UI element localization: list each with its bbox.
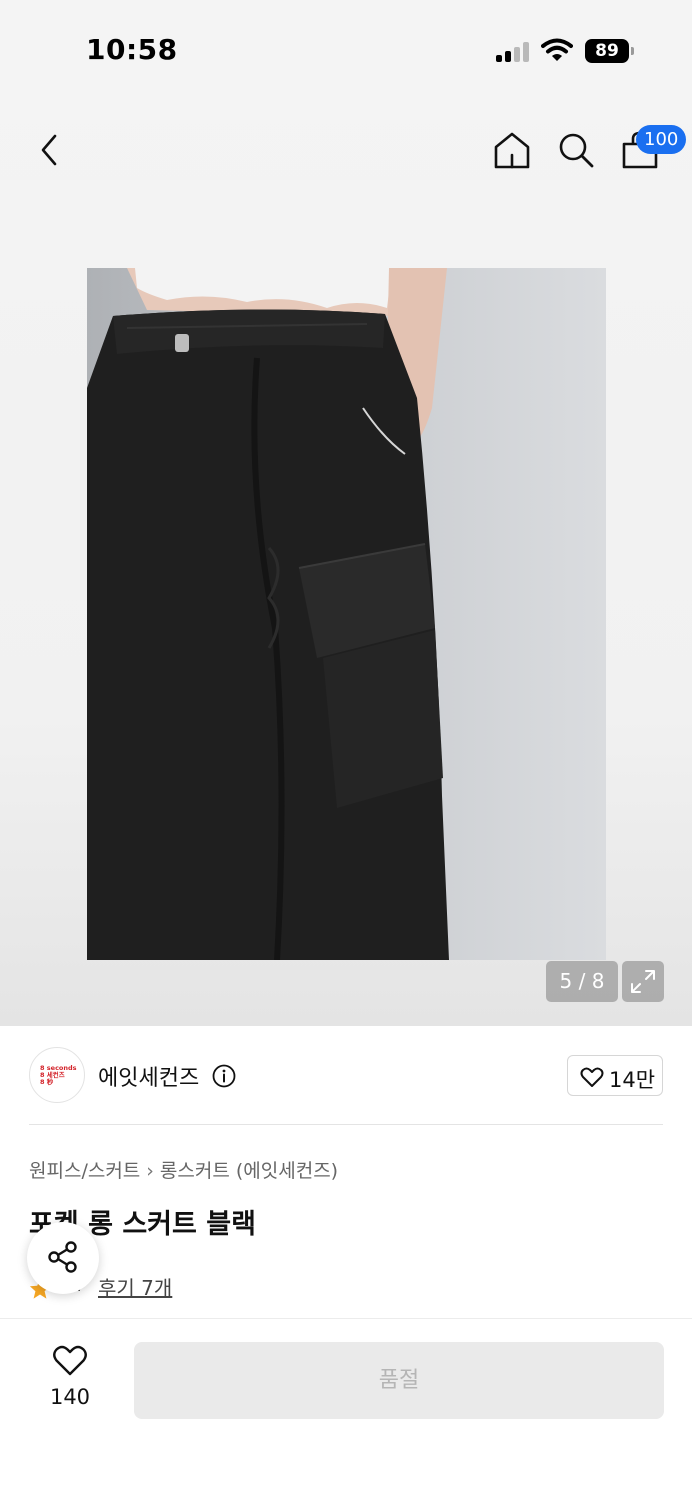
battery-cap	[631, 47, 634, 55]
expand-image-button[interactable]	[622, 961, 664, 1002]
breadcrumb: 원피스/스커트 › 롱스커트 (에잇세컨즈)	[29, 1156, 338, 1183]
info-icon[interactable]	[212, 1064, 236, 1088]
brand-name[interactable]: 에잇세컨즈	[98, 1060, 199, 1092]
signal-icon	[496, 42, 532, 62]
home-icon[interactable]	[492, 130, 532, 170]
heart-outline-icon	[580, 1067, 604, 1087]
wifi-icon	[541, 38, 573, 61]
status-time: 10:58	[86, 33, 178, 66]
image-page-counter: 5 / 8	[546, 961, 618, 1002]
search-icon[interactable]	[556, 130, 596, 170]
breadcrumb-category[interactable]: 원피스/스커트	[29, 1160, 140, 1182]
share-icon	[48, 1241, 77, 1273]
wishlist-count: 140	[49, 1385, 91, 1409]
sold-out-button[interactable]: 품절	[134, 1342, 664, 1419]
wishlist-heart-icon[interactable]	[52, 1344, 88, 1377]
back-arrow-icon[interactable]	[36, 132, 64, 168]
brand-logo[interactable]: 8 seconds 8 세컨즈 8 秒	[29, 1047, 85, 1103]
cart-count-badge: 100	[636, 125, 687, 154]
breadcrumb-separator: ›	[146, 1160, 154, 1182]
battery-indicator: 89	[585, 39, 629, 63]
brand-like-count: 14만	[609, 1068, 656, 1092]
expand-icon	[631, 970, 655, 993]
section-divider	[29, 1124, 663, 1125]
reviews-link[interactable]: 후기 7개	[98, 1272, 172, 1301]
brand-like-button[interactable]: 14만	[567, 1055, 663, 1096]
share-button[interactable]	[27, 1222, 99, 1294]
skirt-photo-illustration	[87, 268, 606, 960]
product-image[interactable]	[87, 268, 606, 960]
bottom-bar-divider	[0, 1318, 692, 1319]
breadcrumb-subcategory[interactable]: 롱스커트 (에잇세컨즈)	[160, 1160, 338, 1182]
